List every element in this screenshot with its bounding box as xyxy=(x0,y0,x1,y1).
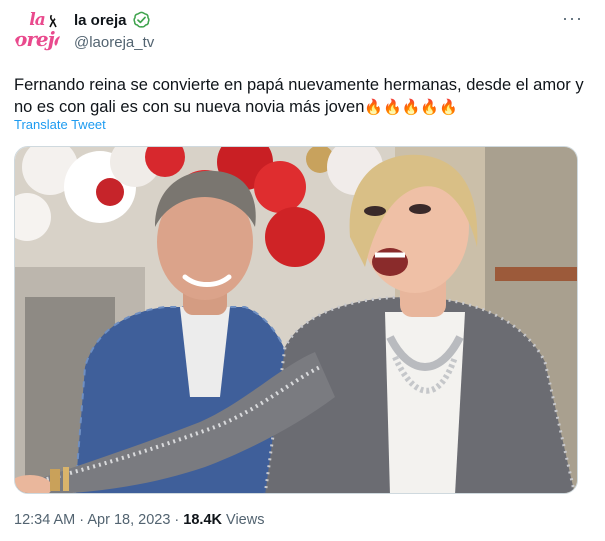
ribbon-icon xyxy=(49,14,57,28)
views-label: Views xyxy=(222,512,265,528)
views-count: 18.4K xyxy=(183,512,222,528)
account-handle[interactable]: @laoreja_tv xyxy=(74,34,154,51)
more-options-icon[interactable]: ··· xyxy=(562,8,583,29)
translate-tweet-link[interactable]: Translate Tweet xyxy=(14,117,106,132)
meta-separator: · xyxy=(170,512,184,528)
tweet-text: Fernando reina se convierte en papá nuev… xyxy=(14,74,589,118)
tweet-date[interactable]: Apr 18, 2023 xyxy=(87,512,170,528)
display-name[interactable]: la oreja xyxy=(74,12,127,29)
meta-separator: · xyxy=(75,512,88,528)
tweet-card: la oreja la oreja @laoreja_tv ··· Fernan… xyxy=(0,0,605,541)
photo-illustration xyxy=(15,147,577,493)
avatar[interactable]: la oreja xyxy=(14,10,60,56)
fire-emoji-icons: 🔥🔥🔥🔥🔥 xyxy=(364,98,458,116)
tweet-photo[interactable] xyxy=(14,146,578,494)
avatar-logo-line2: oreja xyxy=(14,27,60,51)
tweet-body: Fernando reina se convierte en papá nuev… xyxy=(14,76,584,116)
tweet-time[interactable]: 12:34 AM xyxy=(14,512,75,528)
tweet-meta: 12:34 AM · Apr 18, 2023 · 18.4K Views xyxy=(14,512,264,528)
verified-badge-icon xyxy=(133,11,150,28)
